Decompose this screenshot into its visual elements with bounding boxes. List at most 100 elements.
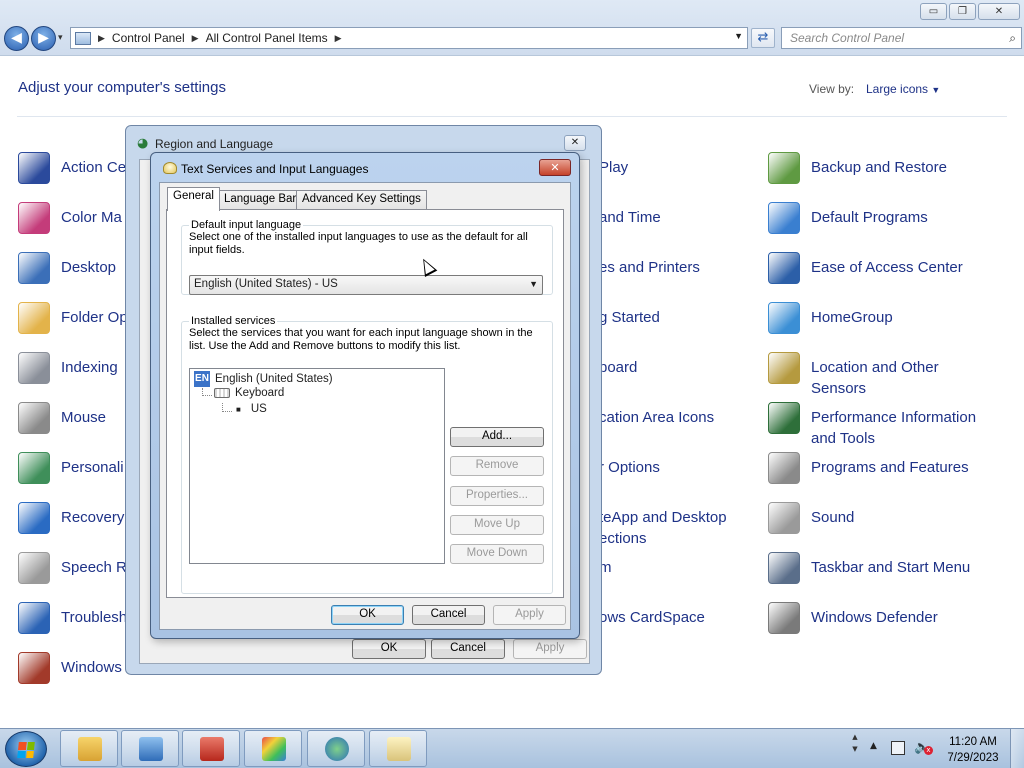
taskbar-control-panel-button[interactable] <box>121 730 179 767</box>
control-panel-item[interactable]: Programs and Features <box>768 452 969 484</box>
control-panel-item[interactable]: ows CardSpace <box>599 602 705 628</box>
control-panel-item[interactable]: Taskbar and Start Menu <box>768 552 970 584</box>
default-input-language-description: Select one of the installed input langua… <box>189 231 528 256</box>
control-panel-item[interactable]: cation Area Icons <box>599 402 714 428</box>
move-up-button[interactable]: Move Up <box>450 515 544 535</box>
control-panel-item[interactable]: Backup and Restore <box>768 152 947 184</box>
chevron-right-icon[interactable]: ▶ <box>98 33 105 44</box>
control-panel-item[interactable]: Desktop <box>18 252 116 284</box>
refresh-button[interactable]: ⇄ <box>751 28 775 48</box>
control-panel-item[interactable]: teApp and Desktop ections <box>599 502 727 549</box>
page-title: Adjust your computer's settings <box>18 79 226 96</box>
clock[interactable]: 11:20 AM 7/29/2023 <box>938 734 1008 766</box>
breadcrumb-control-panel[interactable]: Control Panel <box>112 31 185 45</box>
control-panel-item[interactable]: Performance Information and Tools <box>768 402 976 449</box>
tab-general[interactable]: General <box>167 187 220 211</box>
taskbar-explorer-button[interactable] <box>60 730 118 767</box>
control-panel-item[interactable]: Ease of Access Center <box>768 252 963 284</box>
chevron-right-icon[interactable]: ▶ <box>335 33 342 44</box>
dialog-close-button[interactable]: ✕ <box>539 159 571 176</box>
search-icon[interactable]: ⌕ <box>1009 31 1016 46</box>
installed-services-tree[interactable]: EN English (United States) Keyboard ■ US <box>189 368 445 564</box>
control-panel-item[interactable]: Indexing <box>18 352 118 384</box>
taskbar-scroll[interactable]: ▲ ▼ <box>848 731 862 767</box>
search-input[interactable]: Search Control Panel ⌕ <box>781 27 1022 49</box>
taskbar-toolbox-button[interactable] <box>182 730 240 767</box>
control-panel-item-icon <box>768 552 800 584</box>
control-panel-item[interactable]: HomeGroup <box>768 302 893 334</box>
tab-advanced-key-settings[interactable]: Advanced Key Settings <box>296 190 427 210</box>
cancel-button[interactable]: Cancel <box>412 605 485 625</box>
region-apply-button[interactable]: Apply <box>513 639 587 659</box>
ok-button[interactable]: OK <box>331 605 404 625</box>
control-panel-item[interactable]: Play <box>599 152 628 178</box>
properties-button[interactable]: Properties... <box>450 486 544 506</box>
move-down-button[interactable]: Move Down <box>450 544 544 564</box>
view-by-dropdown[interactable]: Large icons ▼ <box>866 82 940 96</box>
muted-icon: x <box>924 746 933 755</box>
control-panel-item-icon <box>768 602 800 634</box>
control-panel-item[interactable]: Color Ma <box>18 202 122 234</box>
control-panel-item-label: and Time <box>599 209 661 226</box>
add-button[interactable]: Add... <box>450 427 544 447</box>
control-panel-item-label: Speech R <box>61 559 127 576</box>
breadcrumb-all-items[interactable]: All Control Panel Items <box>206 31 328 45</box>
region-dialog-title: Region and Language <box>155 137 274 151</box>
taskbar-text-services-button[interactable] <box>369 730 427 767</box>
control-panel-item[interactable]: Troublesh <box>18 602 127 634</box>
minimize-button[interactable]: ▭ <box>920 3 947 20</box>
control-panel-item[interactable]: Folder Op <box>18 302 128 334</box>
control-panel-item-icon <box>18 552 50 584</box>
control-panel-item[interactable]: Recovery <box>18 502 124 534</box>
control-panel-item[interactable]: Personali <box>18 452 124 484</box>
control-panel-item[interactable]: Speech R <box>18 552 127 584</box>
chevron-right-icon[interactable]: ▶ <box>192 33 199 44</box>
explorer-title-bar: ▭ ❐ ✕ ◀ ▶ ▾ ▶ Control Panel ▶ All Contro… <box>0 0 1024 56</box>
control-panel-item-label: Windows Defender <box>811 609 938 626</box>
tab-language-bar[interactable]: Language Bar <box>218 190 303 210</box>
tree-layout-node[interactable]: ■ US <box>236 403 267 415</box>
caption-buttons: ▭ ❐ ✕ <box>920 3 1020 20</box>
start-button[interactable] <box>5 731 47 767</box>
control-panel-item-label: Desktop <box>61 259 117 276</box>
control-panel-item[interactable]: board <box>599 352 637 378</box>
language-icon <box>163 162 177 174</box>
control-panel-item[interactable]: and Time <box>599 202 661 228</box>
control-panel-item[interactable]: Location and Other Sensors <box>768 352 939 399</box>
control-panel-item[interactable]: Windows <box>18 652 122 684</box>
show-hidden-icons-button[interactable]: ▲ <box>870 741 877 751</box>
show-desktop-button[interactable] <box>1010 729 1024 768</box>
tree-keyboard-node[interactable]: Keyboard <box>214 387 284 399</box>
control-panel-item[interactable]: es and Printers <box>599 252 700 278</box>
close-button[interactable]: ✕ <box>978 3 1020 20</box>
control-panel-item-icon <box>18 202 50 234</box>
back-button[interactable]: ◀ <box>4 26 29 51</box>
control-panel-item-icon <box>768 252 800 284</box>
control-panel-item-label: Default Programs <box>811 209 928 226</box>
address-bar[interactable]: ▶ Control Panel ▶ All Control Panel Item… <box>70 27 748 49</box>
default-language-select[interactable]: English (United States) - US ▼ <box>189 275 543 295</box>
control-panel-item[interactable]: Mouse <box>18 402 106 434</box>
control-panel-item[interactable]: Sound <box>768 502 854 534</box>
control-panel-item[interactable]: Action Ce <box>18 152 126 184</box>
control-panel-item[interactable]: Windows Defender <box>768 602 938 634</box>
clock-date: 7/29/2023 <box>947 752 999 764</box>
forward-button[interactable]: ▶ <box>31 26 56 51</box>
maximize-button[interactable]: ❐ <box>949 3 976 20</box>
remove-button[interactable]: Remove <box>450 456 544 476</box>
chevron-down-icon[interactable]: ▼ <box>734 31 743 41</box>
control-panel-item-label: Location and Other Sensors <box>811 359 939 397</box>
control-panel-item[interactable]: r Options <box>599 452 660 478</box>
tree-language-node[interactable]: EN English (United States) <box>194 371 333 387</box>
control-panel-item[interactable]: Default Programs <box>768 202 928 234</box>
network-icon[interactable] <box>891 741 905 755</box>
control-panel-item[interactable]: g Started <box>599 302 660 328</box>
apply-button[interactable]: Apply <box>493 605 566 625</box>
region-ok-button[interactable]: OK <box>352 639 426 659</box>
region-cancel-button[interactable]: Cancel <box>431 639 505 659</box>
control-panel-item-label: Programs and Features <box>811 459 969 476</box>
region-close-button[interactable]: ✕ <box>564 135 586 151</box>
taskbar-region-button[interactable] <box>307 730 365 767</box>
taskbar-display-button[interactable] <box>244 730 302 767</box>
recent-pages-dropdown[interactable]: ▾ <box>58 33 63 43</box>
